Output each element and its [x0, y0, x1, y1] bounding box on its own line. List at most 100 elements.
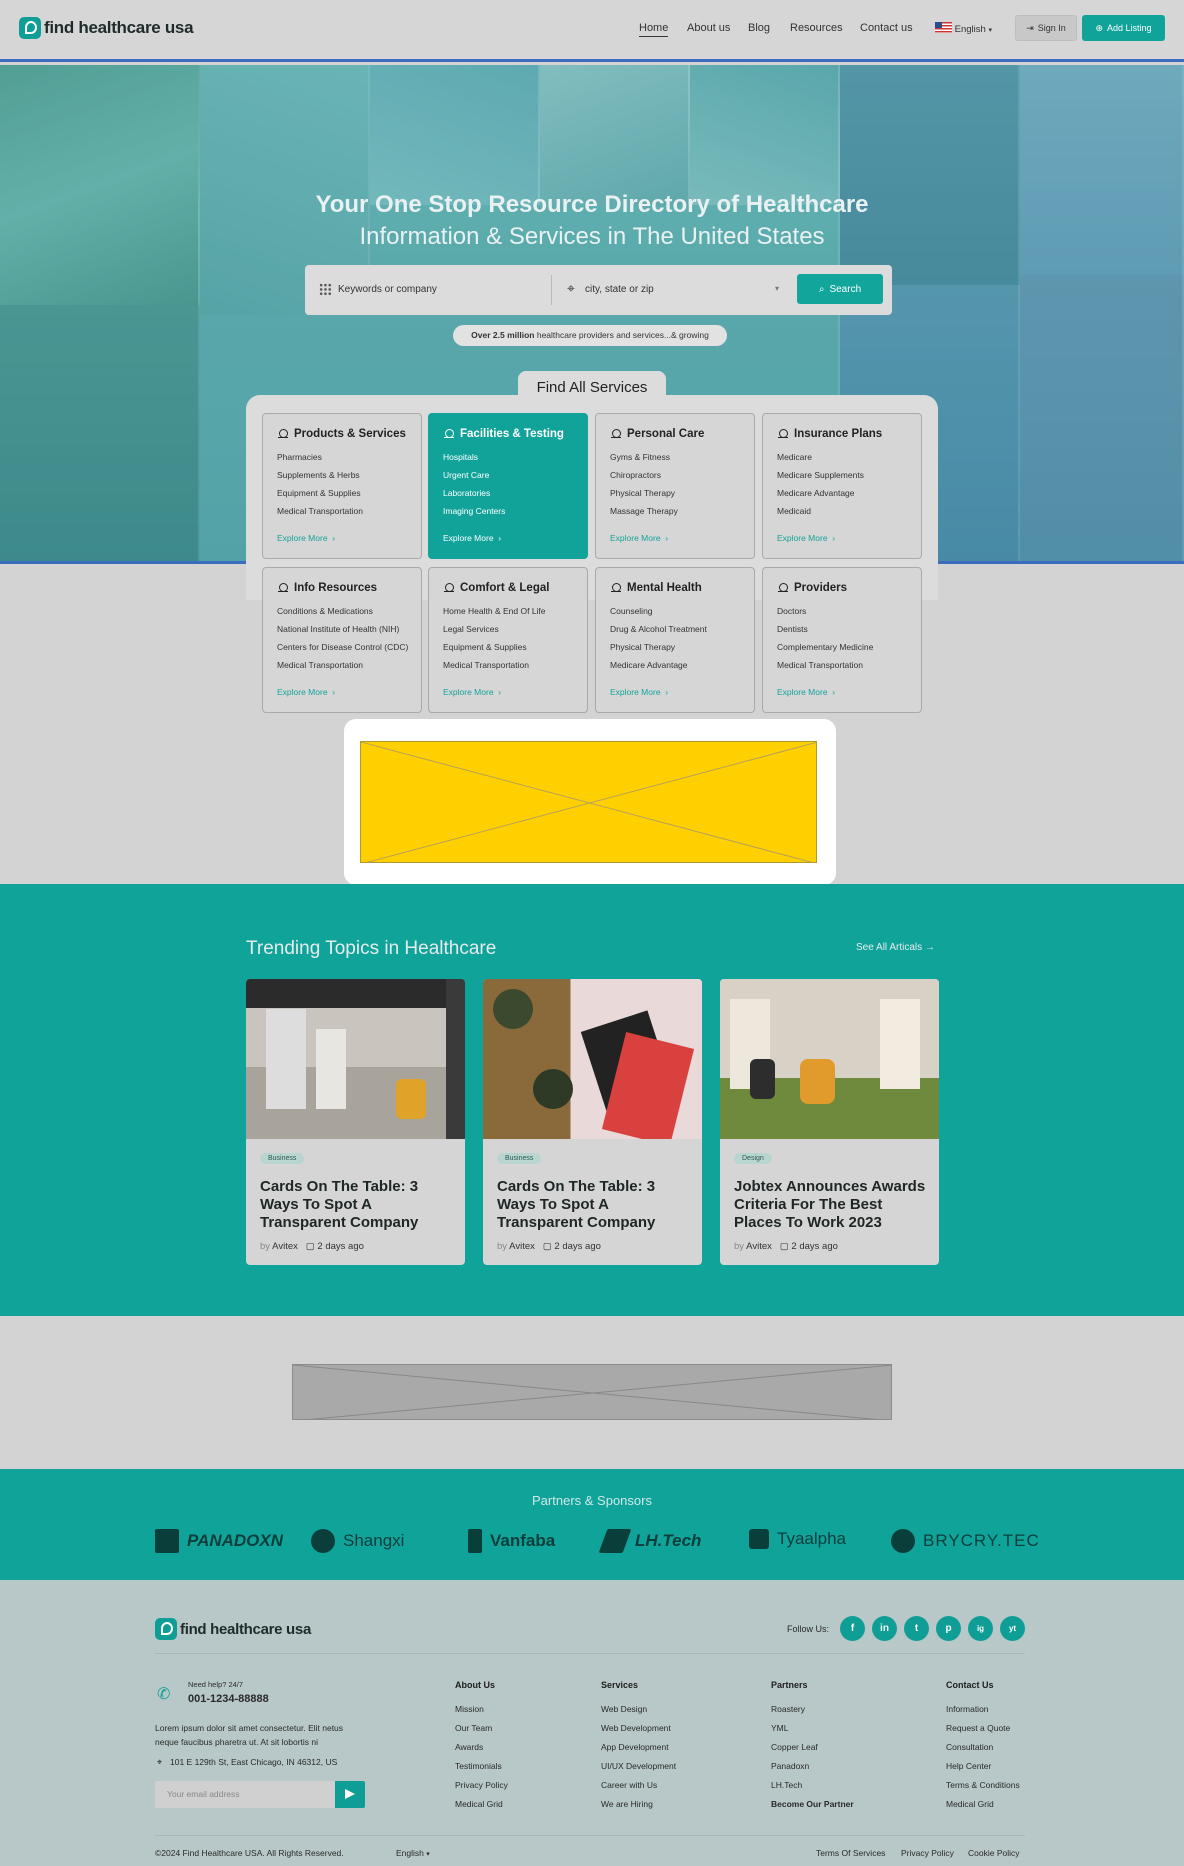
service-link[interactable]: Massage Therapy	[610, 506, 754, 516]
explore-more-link[interactable]: Explore More ›	[777, 533, 835, 543]
footer-link[interactable]: Awards	[455, 1742, 483, 1752]
service-card-title[interactable]: Mental Health	[610, 582, 754, 594]
service-link[interactable]: Counseling	[610, 606, 754, 616]
service-link[interactable]: Laboratories	[443, 488, 587, 498]
service-link[interactable]: Conditions & Medications	[277, 606, 421, 616]
service-link[interactable]: Equipment & Supplies	[277, 488, 421, 498]
privacy-link[interactable]: Privacy Policy	[901, 1848, 954, 1858]
sign-in-button[interactable]: ⇥ Sign In	[1015, 15, 1077, 41]
explore-more-link[interactable]: Explore More ›	[277, 687, 335, 697]
instagram-icon[interactable]: ig	[968, 1616, 993, 1641]
youtube-icon[interactable]: yt	[1000, 1616, 1025, 1641]
footer-link[interactable]: Medical Grid	[455, 1799, 503, 1809]
footer-link[interactable]: Web Development	[601, 1723, 671, 1733]
nav-home[interactable]: Home	[639, 22, 669, 37]
service-card-title[interactable]: Insurance Plans	[777, 428, 921, 440]
service-link[interactable]: Physical Therapy	[610, 488, 754, 498]
footer-link[interactable]: Testimonials	[455, 1761, 502, 1771]
partner-logo[interactable]: BRYCRY.TEC	[891, 1529, 1040, 1553]
service-link[interactable]: Supplements & Herbs	[277, 470, 421, 480]
nav-resources[interactable]: Resources	[790, 22, 843, 34]
linkedin-icon[interactable]: in	[872, 1616, 897, 1641]
service-card[interactable]: Facilities & Testing Hospitals Urgent Care…	[428, 413, 588, 559]
footer-link[interactable]: UI/UX Development	[601, 1761, 676, 1771]
service-card-title[interactable]: Personal Care	[610, 428, 754, 440]
service-card-title[interactable]: Products & Services	[277, 428, 421, 440]
footer-logo[interactable]: find healthcare usa	[155, 1618, 311, 1640]
article-title[interactable]: Cards On The Table: 3 Ways To Spot A Tra…	[260, 1178, 455, 1232]
service-link[interactable]: Doctors	[777, 606, 921, 616]
service-link[interactable]: Medical Transportation	[777, 660, 921, 670]
language-selector[interactable]: English ▾	[935, 22, 992, 35]
service-card-title[interactable]: Facilities & Testing	[443, 428, 587, 440]
service-link[interactable]: Medical Transportation	[443, 660, 587, 670]
explore-more-link[interactable]: Explore More ›	[610, 533, 668, 543]
footer-link[interactable]: Medical Grid	[946, 1799, 994, 1809]
service-link[interactable]: Centers for Disease Control (CDC)	[277, 642, 421, 652]
nav-blog[interactable]: Blog	[748, 22, 770, 34]
footer-link[interactable]: LH.Tech	[771, 1780, 802, 1790]
service-link[interactable]: Drug & Alcohol Treatment	[610, 624, 754, 634]
service-link[interactable]: Chiropractors	[610, 470, 754, 480]
footer-link[interactable]: Copper Leaf	[771, 1742, 818, 1752]
service-card[interactable]: Comfort & Legal Home Health & End Of Life…	[428, 567, 588, 713]
ad-placeholder-yellow[interactable]	[360, 741, 817, 863]
partner-logo[interactable]: Tyaalpha	[749, 1529, 846, 1549]
nav-about[interactable]: About us	[687, 22, 730, 34]
article-card[interactable]: Business Cards On The Table: 3 Ways To S…	[483, 979, 702, 1265]
footer-link[interactable]: Help Center	[946, 1761, 991, 1771]
service-card-title[interactable]: Providers	[777, 582, 921, 594]
footer-link[interactable]: We are Hiring	[601, 1799, 653, 1809]
service-link[interactable]: Hospitals	[443, 452, 587, 462]
footer-link[interactable]: Privacy Policy	[455, 1780, 508, 1790]
add-listing-button[interactable]: ⊕ Add Listing	[1082, 15, 1165, 41]
service-link[interactable]: Medicare Supplements	[777, 470, 921, 480]
search-button[interactable]: ⌕ Search	[797, 274, 883, 304]
partner-logo[interactable]: Shangxi	[311, 1529, 404, 1553]
partner-logo[interactable]: LH.Tech	[598, 1529, 701, 1553]
service-link[interactable]: Complementary Medicine	[777, 642, 921, 652]
footer-link[interactable]: Roastery	[771, 1704, 805, 1714]
footer-link[interactable]: Our Team	[455, 1723, 492, 1733]
service-link[interactable]: Urgent Care	[443, 470, 587, 480]
service-link[interactable]: Equipment & Supplies	[443, 642, 587, 652]
service-card-title[interactable]: Comfort & Legal	[443, 582, 587, 594]
explore-more-link[interactable]: Explore More ›	[443, 533, 501, 543]
explore-more-link[interactable]: Explore More ›	[277, 533, 335, 543]
service-card[interactable]: Mental Health Counseling Drug & Alcohol Tr…	[595, 567, 755, 713]
service-link[interactable]: Gyms & Fitness	[610, 452, 754, 462]
service-link[interactable]: Imaging Centers	[443, 506, 587, 516]
service-link[interactable]: National Institute of Health (NIH)	[277, 624, 421, 634]
footer-link[interactable]: Become Our Partner	[771, 1799, 854, 1809]
footer-link[interactable]: Career with Us	[601, 1780, 657, 1790]
article-author[interactable]: Avitex	[272, 1241, 298, 1252]
partner-logo[interactable]: PANADOXN	[155, 1529, 283, 1553]
pinterest-icon[interactable]: p	[936, 1616, 961, 1641]
service-link[interactable]: Medicare	[777, 452, 921, 462]
article-tag[interactable]: Design	[734, 1153, 772, 1164]
footer-link[interactable]: Consultation	[946, 1742, 993, 1752]
see-all-articles-link[interactable]: See All Articals →	[856, 942, 935, 953]
terms-link[interactable]: Terms Of Services	[816, 1848, 885, 1858]
footer-link[interactable]: Request a Quote	[946, 1723, 1010, 1733]
article-title[interactable]: Cards On The Table: 3 Ways To Spot A Tra…	[497, 1178, 692, 1232]
footer-language-selector[interactable]: English ▾	[396, 1848, 430, 1858]
newsletter-email-input[interactable]: Your email address	[155, 1781, 335, 1808]
footer-link[interactable]: Web Design	[601, 1704, 647, 1714]
service-link[interactable]: Medicare Advantage	[777, 488, 921, 498]
explore-more-link[interactable]: Explore More ›	[777, 687, 835, 697]
article-tag[interactable]: Business	[497, 1153, 542, 1164]
keywords-input[interactable]: Keywords or company	[338, 284, 437, 295]
service-link[interactable]: Medicare Advantage	[610, 660, 754, 670]
service-link[interactable]: Home Health & End Of Life	[443, 606, 587, 616]
service-card[interactable]: Providers Doctors Dentists Complementary Me…	[762, 567, 922, 713]
send-icon[interactable]	[335, 1781, 365, 1808]
ad-placeholder-gray[interactable]	[292, 1364, 892, 1420]
phone-number[interactable]: 001-1234-88888	[188, 1693, 269, 1705]
article-author[interactable]: Avitex	[509, 1241, 535, 1252]
article-card[interactable]: Design Jobtex Announces Awards Criteria …	[720, 979, 939, 1265]
service-link[interactable]: Medical Transportation	[277, 506, 421, 516]
location-input[interactable]: city, state or zip	[585, 284, 654, 295]
explore-more-link[interactable]: Explore More ›	[443, 687, 501, 697]
footer-link[interactable]: Information	[946, 1704, 989, 1714]
